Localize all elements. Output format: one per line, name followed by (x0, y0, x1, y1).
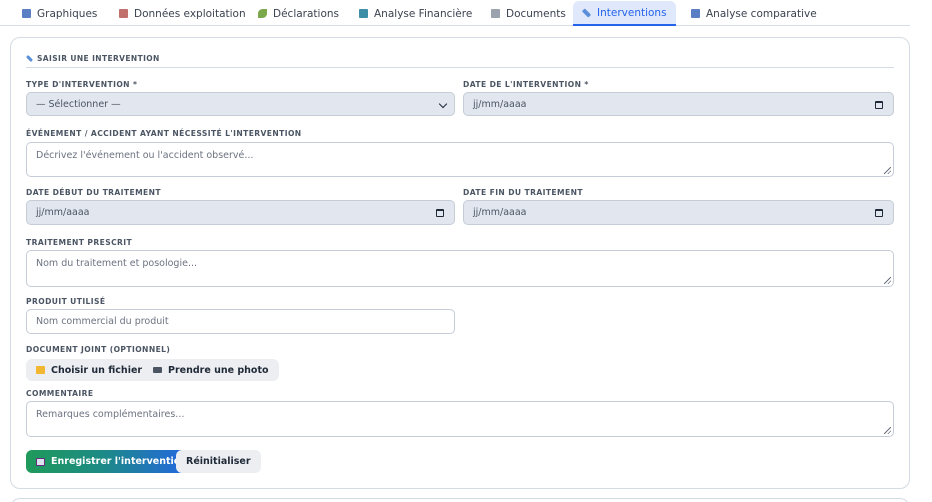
tab-declarations[interactable]: Déclarations (249, 1, 348, 26)
tab-label: Analyse comparative (706, 7, 817, 20)
date-label: DATE DE L'INTERVENTION * (463, 80, 589, 89)
save-disk-icon (36, 457, 45, 466)
save-intervention-button[interactable]: Enregistrer l'intervention (26, 450, 198, 473)
type-label: TYPE D'INTERVENTION * (26, 80, 138, 89)
placeholder: Nom du traitement et posologie... (36, 258, 198, 269)
placeholder: Remarques complémentaires... (36, 409, 185, 420)
money-icon (359, 9, 368, 18)
date-value: jj/mm/aaaa (473, 207, 527, 218)
end-date-label: DATE FIN DU TRAITEMENT (463, 188, 583, 197)
reset-button[interactable]: Réinitialiser (176, 450, 261, 473)
tab-donnees-exploitation[interactable]: Données exploitation (110, 1, 255, 26)
product-input[interactable]: Nom commercial du produit (26, 309, 455, 334)
file-icon (491, 9, 500, 18)
calendar-icon[interactable] (875, 101, 883, 109)
resize-handle[interactable] (884, 167, 891, 174)
start-date-field[interactable]: jj/mm/aaaa (26, 200, 455, 225)
syringe-icon (581, 7, 592, 18)
tab-interventions[interactable]: Interventions (573, 1, 676, 26)
section-title: SAISIR UNE INTERVENTION (25, 54, 160, 63)
intervention-date-field[interactable]: jj/mm/aaaa (463, 92, 894, 116)
camera-icon (153, 367, 162, 373)
resize-handle[interactable] (884, 277, 891, 284)
syringe-icon (25, 54, 34, 63)
comment-textarea[interactable]: Remarques complémentaires... (26, 401, 894, 437)
date-value: jj/mm/aaaa (473, 98, 527, 110)
choose-file-button[interactable]: Choisir un fichier (26, 359, 153, 381)
section-title-text: SAISIR UNE INTERVENTION (37, 54, 160, 63)
resize-handle[interactable] (884, 427, 891, 434)
event-textarea[interactable]: Décrivez l'événement ou l'accident obser… (26, 142, 894, 177)
tab-graphiques[interactable]: Graphiques (13, 1, 106, 26)
placeholder: Décrivez l'événement ou l'accident obser… (36, 150, 254, 161)
product-label: PRODUIT UTILISÉ (26, 297, 106, 306)
calendar-icon[interactable] (875, 209, 883, 217)
button-label: Prendre une photo (168, 364, 269, 376)
treatment-textarea[interactable]: Nom du traitement et posologie... (26, 250, 894, 287)
tab-label: Déclarations (273, 7, 340, 20)
treatment-label: TRAITEMENT PRESCRIT (26, 238, 133, 247)
end-date-field[interactable]: jj/mm/aaaa (463, 200, 894, 225)
date-value: jj/mm/aaaa (36, 207, 90, 218)
bar-chart-icon (22, 9, 31, 18)
attachment-label: DOCUMENT JOINT (OPTIONNEL) (26, 345, 171, 354)
next-card (10, 498, 910, 502)
tab-label: Interventions (597, 6, 667, 19)
tab-bar: Graphiques Données exploitation Déclarat… (0, 0, 910, 26)
document-icon (119, 9, 128, 18)
intervention-type-select[interactable]: — Sélectionner — (26, 92, 455, 116)
calendar-icon[interactable] (436, 209, 444, 217)
chart-icon (691, 9, 700, 18)
take-photo-button[interactable]: Prendre une photo (143, 359, 279, 381)
tab-documents[interactable]: Documents (482, 1, 575, 26)
select-value: — Sélectionner — (36, 98, 121, 110)
button-label: Réinitialiser (186, 456, 251, 467)
divider (26, 67, 894, 68)
tab-analyse-financiere[interactable]: Analyse Financière (350, 1, 481, 26)
tab-label: Analyse Financière (374, 7, 473, 20)
start-date-label: DATE DÉBUT DU TRAITEMENT (26, 188, 161, 197)
tab-label: Graphiques (37, 7, 98, 20)
tab-label: Données exploitation (134, 7, 246, 20)
button-label: Choisir un fichier (51, 364, 143, 376)
folder-icon (36, 366, 45, 374)
comment-label: COMMENTAIRE (26, 389, 94, 398)
button-label: Enregistrer l'intervention (51, 456, 188, 467)
placeholder: Nom commercial du produit (36, 316, 169, 327)
leaf-icon (258, 9, 267, 18)
tab-label: Documents (506, 7, 566, 20)
chevron-down-icon (438, 99, 448, 109)
tab-analyse-comparative[interactable]: Analyse comparative (682, 1, 826, 26)
event-label: ÉVÉNEMENT / ACCIDENT AYANT NÉCESSITÉ L'I… (26, 129, 302, 138)
